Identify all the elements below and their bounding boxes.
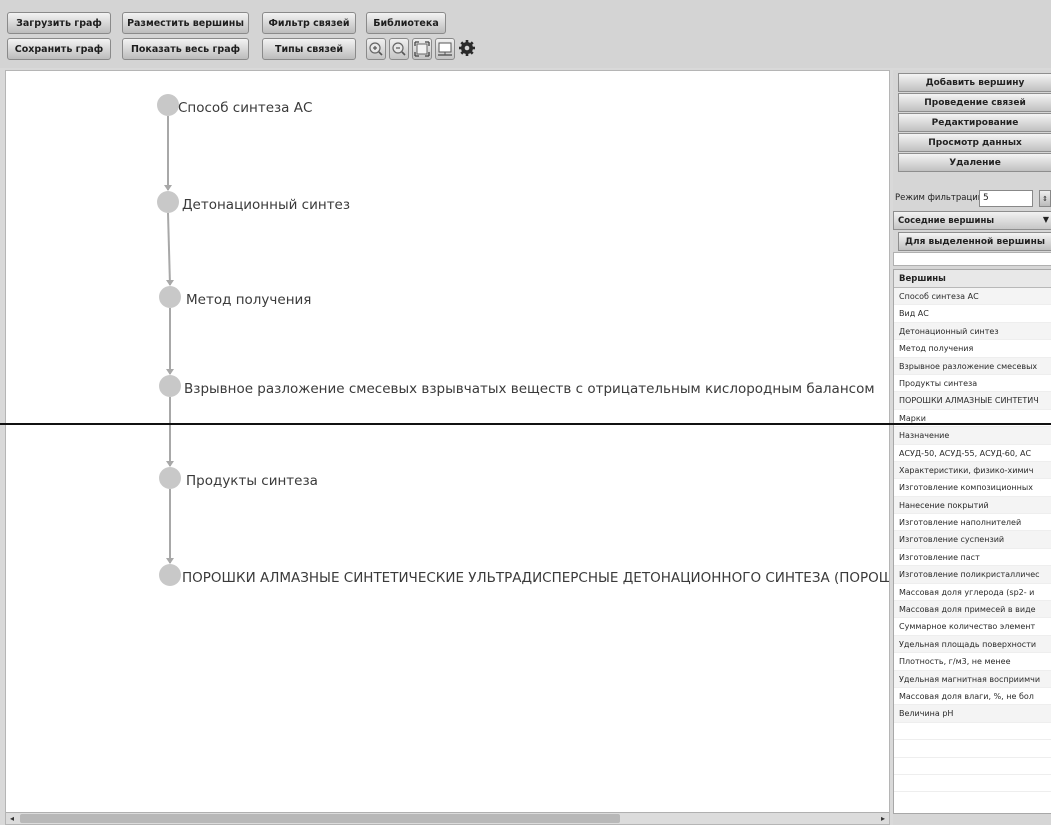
vertex-list-item[interactable]: Назначение [894,427,1051,445]
zoom-out-icon[interactable] [389,38,409,60]
filter-mode-input[interactable]: 5 [979,190,1033,207]
scroll-left-icon[interactable]: ◂ [6,813,18,824]
graph-node-label[interactable]: Взрывное разложение смесевых взрывчатых … [184,381,875,397]
graph-node[interactable] [157,94,179,116]
graph-node-label[interactable]: Продукты синтеза [186,473,318,489]
vertex-list-item[interactable]: Массовая доля углерода (sp2- и [894,584,1051,602]
vertex-list-item[interactable]: Изготовление поликристалличес [894,566,1051,584]
vertex-list-item[interactable]: Массовая доля влаги, %, не бол [894,688,1051,706]
fit-to-screen-icon[interactable] [412,38,432,60]
vertex-list-item[interactable]: Характеристики, физико-химич [894,461,1051,480]
library-button[interactable]: Библиотека [366,12,446,34]
chevron-down-icon: ▼ [1042,215,1049,224]
delete-button[interactable]: Удаление [898,153,1051,172]
view-data-button[interactable]: Просмотр данных [898,133,1051,152]
draw-links-button[interactable]: Проведение связей [898,93,1051,112]
empty-list-row [894,740,1051,758]
arrange-vertices-button[interactable]: Разместить вершины [122,12,249,34]
vertex-list-item[interactable]: Изготовление композиционных [894,479,1051,497]
vertex-list-item[interactable]: Плотность, г/м3, не менее [894,653,1051,671]
graph-edge-arrow [164,185,172,191]
horizontal-scrollbar[interactable]: ◂ ▸ [6,812,889,824]
vertex-list-item[interactable]: Изготовление паст [894,549,1051,567]
vertex-list-item[interactable]: АСУД-50, АСУД-55, АСУД-60, АС [894,445,1051,462]
horizontal-rule [0,423,1051,425]
vertex-list-item[interactable]: Детонационный синтез [894,322,1051,341]
empty-list-row [894,758,1051,775]
blank-field [893,252,1051,266]
graph-edge-arrow [166,280,174,286]
vertex-list-item[interactable]: Суммарное количество элемент [894,618,1051,636]
graph-node[interactable] [159,467,181,489]
link-types-button[interactable]: Типы связей [262,38,356,60]
vertex-list-item[interactable]: Взрывное разложение смесевых [894,357,1051,375]
vertex-list-item[interactable]: Величина pH [894,705,1051,723]
graph-drawing [157,94,181,586]
vertex-list-item[interactable]: Вид АС [894,305,1051,323]
vertex-list-item[interactable]: Изготовление наполнителей [894,514,1051,532]
graph-node[interactable] [159,286,181,308]
load-graph-button[interactable]: Загрузить граф [7,12,111,34]
settings-gear-icon[interactable] [458,38,478,60]
graph-edge[interactable] [167,212,171,286]
toolbar: Загрузить граф Разместить вершины Фильтр… [0,0,1051,68]
graph-edge-arrow [166,461,174,467]
empty-list-row [894,723,1051,741]
filter-mode-row: Режим фильтрации: 5 ⇕ [893,188,1051,210]
scroll-right-icon[interactable]: ▸ [877,813,889,824]
vertices-list-header: Вершины [894,270,1051,288]
right-panel: Добавить вершину Проведение связей Редак… [893,70,1051,825]
save-graph-button[interactable]: Сохранить граф [7,38,111,60]
show-whole-graph-button[interactable]: Показать весь граф [122,38,249,60]
vertex-list-item[interactable]: Продукты синтеза [894,375,1051,393]
graph-node-label[interactable]: Детонационный синтез [182,197,350,213]
empty-list-row [894,775,1051,793]
vertex-list-item[interactable]: ПОРОШКИ АЛМАЗНЫЕ СИНТЕТИЧ [894,392,1051,410]
vertex-list-item[interactable]: Способ синтеза АС [894,288,1051,306]
vertex-list-item[interactable]: Удельная площадь поверхности [894,635,1051,654]
graph-node[interactable] [159,564,181,586]
graph-node[interactable] [157,191,179,213]
graph-edge-arrow [166,369,174,375]
scrollbar-thumb[interactable] [20,814,620,823]
graph-canvas[interactable]: Способ синтеза АС Детонационный синтез Мет… [5,70,890,825]
vertex-list-item[interactable]: Метод получения [894,340,1051,358]
neighbors-select-value: Соседние вершины [898,216,995,226]
export-image-icon[interactable] [435,38,455,60]
edit-button[interactable]: Редактирование [898,113,1051,132]
link-filter-button[interactable]: Фильтр связей [262,12,356,34]
filter-mode-spinner-icon[interactable]: ⇕ [1039,190,1051,207]
graph-edge-arrow [166,558,174,564]
graph-node-label[interactable]: Метод получения [186,292,311,308]
vertices-list[interactable]: Вершины Способ синтеза АС Вид АС Детонацио… [893,269,1051,814]
neighbors-select[interactable]: Соседние вершины ▼ [893,211,1051,230]
vertex-list-item[interactable]: Массовая доля примесей в виде [894,601,1051,619]
add-vertex-button[interactable]: Добавить вершину [898,73,1051,92]
graph-node-label[interactable]: ПОРОШКИ АЛМАЗНЫЕ СИНТЕТИЧЕСКИЕ УЛЬТРАДИС… [182,570,889,586]
vertex-list-item[interactable]: Изготовление суспензий [894,531,1051,549]
graph-node[interactable] [159,375,181,397]
graph-node-label[interactable]: Способ синтеза АС [178,100,312,116]
filter-mode-label: Режим фильтрации: [895,193,987,203]
zoom-in-icon[interactable] [366,38,386,60]
vertex-list-item[interactable]: Удельная магнитная восприимчи [894,670,1051,688]
for-selected-vertex-button[interactable]: Для выделенной вершины [898,232,1051,251]
vertex-list-item[interactable]: Нанесение покрытий [894,496,1051,515]
